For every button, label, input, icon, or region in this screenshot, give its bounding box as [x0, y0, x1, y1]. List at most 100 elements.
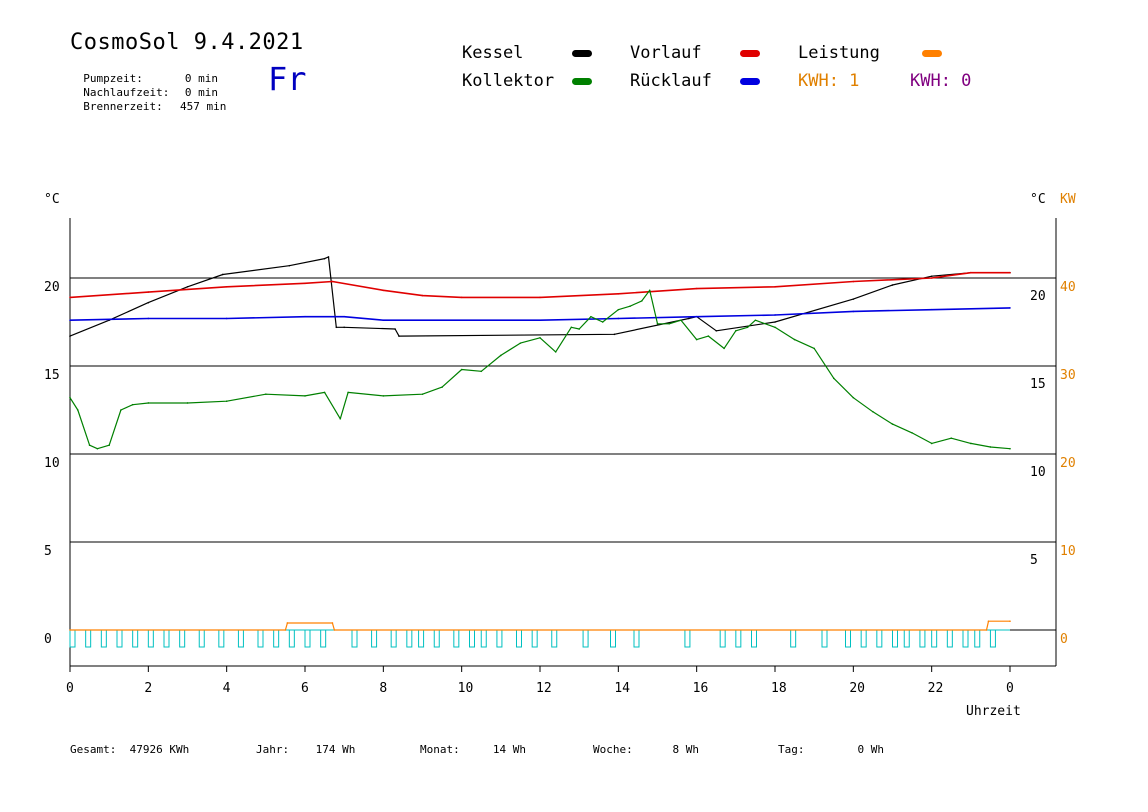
pump-pulse — [433, 629, 440, 648]
y-tick-left: 10 — [44, 456, 60, 471]
x-tick-label: 14 — [614, 681, 630, 696]
data-point-vorlauf — [539, 296, 541, 299]
pump-pulse — [85, 629, 92, 648]
pump-pulse — [633, 629, 640, 648]
data-point-leistung — [985, 629, 988, 631]
pump-pulse — [351, 629, 358, 648]
data-point-leistung — [987, 620, 990, 622]
pump-pulse — [876, 629, 883, 648]
data-point-kollektor — [695, 338, 698, 341]
y-tick-kw: 40 — [1060, 280, 1076, 295]
x-axis-label: Uhrzeit — [966, 704, 1021, 719]
data-point-kollektor — [617, 308, 620, 311]
total-label: Monat: — [420, 743, 460, 756]
data-point-kollektor — [323, 391, 326, 394]
data-point-kessel — [891, 284, 894, 286]
data-point-kessel — [613, 333, 616, 336]
data-point-kollektor — [891, 423, 894, 425]
pump-pulse — [147, 629, 154, 648]
pump-pulse — [179, 629, 186, 648]
pump-pulse — [163, 629, 170, 648]
total-value: 174 Wh — [315, 743, 356, 756]
y-tick-right: 15 — [1030, 377, 1046, 392]
data-point-kollektor — [723, 347, 725, 350]
data-point-ruecklauf — [1009, 307, 1011, 309]
pump-pulse — [903, 629, 910, 648]
pump-pulse — [974, 629, 981, 648]
data-point-kollektor — [578, 328, 580, 330]
pump-pulse — [684, 629, 691, 648]
data-point-kollektor — [754, 319, 757, 322]
data-point-ruecklauf — [774, 314, 776, 316]
data-point-vorlauf — [774, 286, 776, 288]
data-point-kessel — [221, 273, 224, 276]
data-point-ruecklauf — [617, 317, 620, 320]
y-tick-right: 20 — [1030, 289, 1046, 304]
pump-pulse — [218, 629, 225, 648]
data-point-vorlauf — [69, 296, 71, 299]
data-point-kollektor — [668, 322, 671, 325]
data-point-kollektor — [707, 335, 710, 337]
pump-pulse — [257, 629, 264, 648]
x-tick-label: 22 — [928, 681, 944, 696]
x-tick-label: 6 — [301, 681, 309, 696]
data-point-kollektor — [680, 319, 682, 322]
data-point-kessel — [288, 264, 291, 267]
data-point-kollektor — [989, 446, 992, 448]
data-point-kessel — [323, 257, 326, 260]
data-point-ruecklauf — [147, 317, 150, 320]
data-point-vorlauf — [421, 294, 424, 297]
data-point-kollektor — [872, 410, 874, 413]
data-point-kessel — [394, 328, 396, 330]
series-line-kessel — [69, 256, 1010, 337]
data-point-kollektor — [147, 402, 150, 404]
pump-pulse — [931, 629, 938, 648]
total-value: 0 Wh — [857, 743, 884, 756]
pump-pulse — [453, 629, 460, 648]
pump-pulse — [371, 629, 378, 648]
pump-pulse — [132, 629, 139, 648]
data-point-ruecklauf — [343, 315, 345, 318]
data-point-kollektor — [421, 393, 424, 395]
data-point-vorlauf — [382, 289, 385, 292]
data-point-kollektor — [339, 418, 342, 420]
data-point-kollektor — [629, 305, 631, 307]
pump-pulse — [116, 629, 123, 648]
data-point-vorlauf — [695, 287, 698, 290]
pump-pulse — [288, 629, 295, 648]
series-line-leistung — [70, 620, 1010, 631]
y-tick-right: 5 — [1030, 553, 1038, 568]
data-point-leistung — [284, 629, 287, 631]
data-point-kollektor — [441, 386, 443, 388]
data-point-ruecklauf — [539, 319, 541, 322]
x-tick-label: 0 — [66, 681, 74, 696]
y-tick-kw: 30 — [1060, 368, 1076, 383]
data-point-kollektor — [648, 289, 651, 292]
data-point-kollektor — [96, 447, 99, 450]
pump-pulse — [406, 629, 413, 648]
total-value: 47926 KWh — [129, 743, 190, 756]
series-line-kollektor — [69, 289, 1011, 450]
data-point-kessel — [147, 301, 150, 304]
data-point-ruecklauf — [304, 315, 306, 318]
data-point-kollektor — [186, 402, 189, 404]
x-tick-label: 18 — [771, 681, 787, 696]
data-point-kollektor — [1009, 447, 1011, 450]
total-value: 14 Wh — [492, 743, 526, 756]
chart-canvas: °C °C KW 0 5 10 15 20 5 10 15 20 0 10 20 30 40 0 2 4 6 8 10 12 1… — [44, 192, 1076, 719]
data-point-kollektor — [131, 403, 134, 406]
data-point-kollektor — [120, 409, 122, 411]
data-point-leistung — [331, 622, 334, 624]
data-point-leistung — [333, 629, 336, 631]
pump-pulse — [304, 629, 311, 648]
data-point-kollektor — [601, 321, 604, 323]
data-point-ruecklauf — [695, 315, 698, 318]
x-tick-label: 10 — [458, 681, 474, 696]
pump-pulse — [237, 629, 244, 648]
pump-pulse — [989, 629, 996, 648]
data-point-ruecklauf — [930, 308, 933, 311]
y-tick-left: 15 — [44, 368, 60, 383]
pump-pulse — [480, 629, 487, 648]
data-point-vorlauf — [304, 282, 306, 285]
data-point-vorlauf — [970, 271, 972, 274]
